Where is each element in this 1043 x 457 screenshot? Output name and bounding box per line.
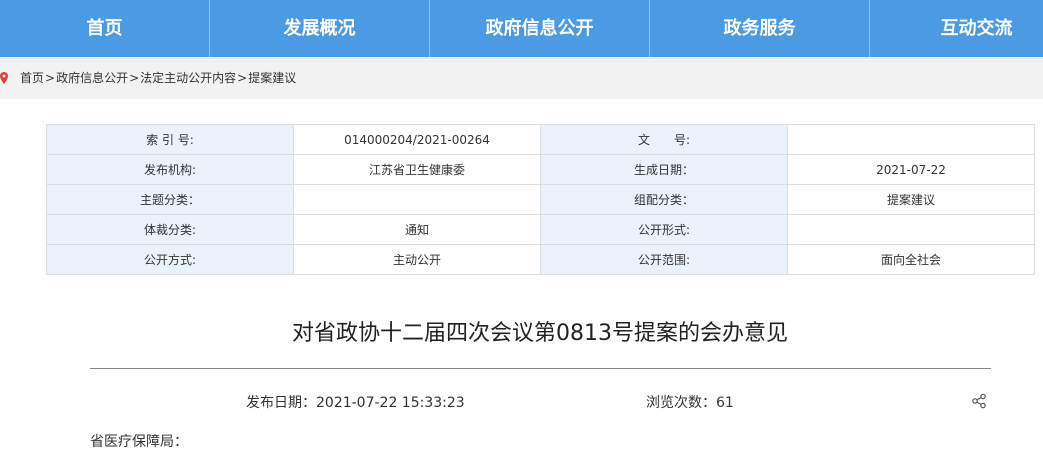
meta-label: 公开范围: (540, 244, 788, 275)
meta-label: 公开形式: (540, 214, 788, 245)
metadata-table: 索 引 号: 014000204/2021-00264 文 号: 发布机构: 江… (46, 124, 1035, 275)
table-row: 发布机构: 江苏省卫生健康委 生成日期： 2021-07-22 (46, 154, 1035, 185)
meta-value: 江苏省卫生健康委 (293, 154, 541, 185)
meta-value (787, 124, 1035, 155)
breadcrumb-proposals[interactable]: 提案建议 (248, 57, 296, 99)
meta-value: 主动公开 (293, 244, 541, 275)
nav-item-gov-service[interactable]: 政务服务 (650, 0, 870, 57)
breadcrumb: 首页 > 政府信息公开 > 法定主动公开内容 > 提案建议 (0, 57, 1043, 99)
article-salutation: 省医疗保障局： (90, 434, 188, 450)
top-nav: 首页 发展概况 政府信息公开 政务服务 互动交流 (0, 0, 1043, 57)
table-row: 索 引 号: 014000204/2021-00264 文 号: (46, 124, 1035, 155)
breadcrumb-separator: > (129, 71, 140, 85)
nav-item-development[interactable]: 发展概况 (210, 0, 430, 57)
meta-label: 体裁分类: (46, 214, 294, 245)
nav-item-home[interactable]: 首页 (0, 0, 210, 57)
breadcrumb-separator: > (45, 71, 56, 85)
meta-value: 通知 (293, 214, 541, 245)
title-divider (90, 368, 991, 369)
breadcrumb-home[interactable]: 首页 (20, 57, 44, 99)
location-pin-icon (0, 72, 8, 84)
meta-label: 索 引 号: (46, 124, 294, 155)
breadcrumb-gov-info[interactable]: 政府信息公开 (56, 57, 128, 99)
nav-item-interaction[interactable]: 互动交流 (870, 0, 1043, 57)
meta-value: 面向全社会 (787, 244, 1035, 275)
meta-label: 组配分类： (540, 184, 788, 215)
meta-value: 提案建议 (787, 184, 1035, 215)
breadcrumb-statutory[interactable]: 法定主动公开内容 (140, 57, 236, 99)
meta-label: 公开方式: (46, 244, 294, 275)
table-row: 公开方式: 主动公开 公开范围: 面向全社会 (46, 244, 1035, 275)
article-title: 对省政协十二届四次会议第0813号提案的会办意见 (292, 321, 788, 346)
meta-value: 014000204/2021-00264 (293, 124, 541, 155)
meta-label: 发布机构: (46, 154, 294, 185)
view-count: 浏览次数：61 (646, 395, 734, 411)
share-icon[interactable] (971, 393, 987, 409)
meta-label: 文 号: (540, 124, 788, 155)
meta-value: 2021-07-22 (787, 154, 1035, 185)
meta-value (787, 214, 1035, 245)
meta-label: 生成日期： (540, 154, 788, 185)
meta-label: 主题分类： (46, 184, 294, 215)
publish-date: 发布日期：2021-07-22 15:33:23 (246, 395, 465, 411)
nav-item-gov-info[interactable]: 政府信息公开 (430, 0, 650, 57)
meta-value (293, 184, 541, 215)
table-row: 主题分类： 组配分类： 提案建议 (46, 184, 1035, 215)
breadcrumb-separator: > (237, 71, 248, 85)
table-row: 体裁分类: 通知 公开形式: (46, 214, 1035, 245)
